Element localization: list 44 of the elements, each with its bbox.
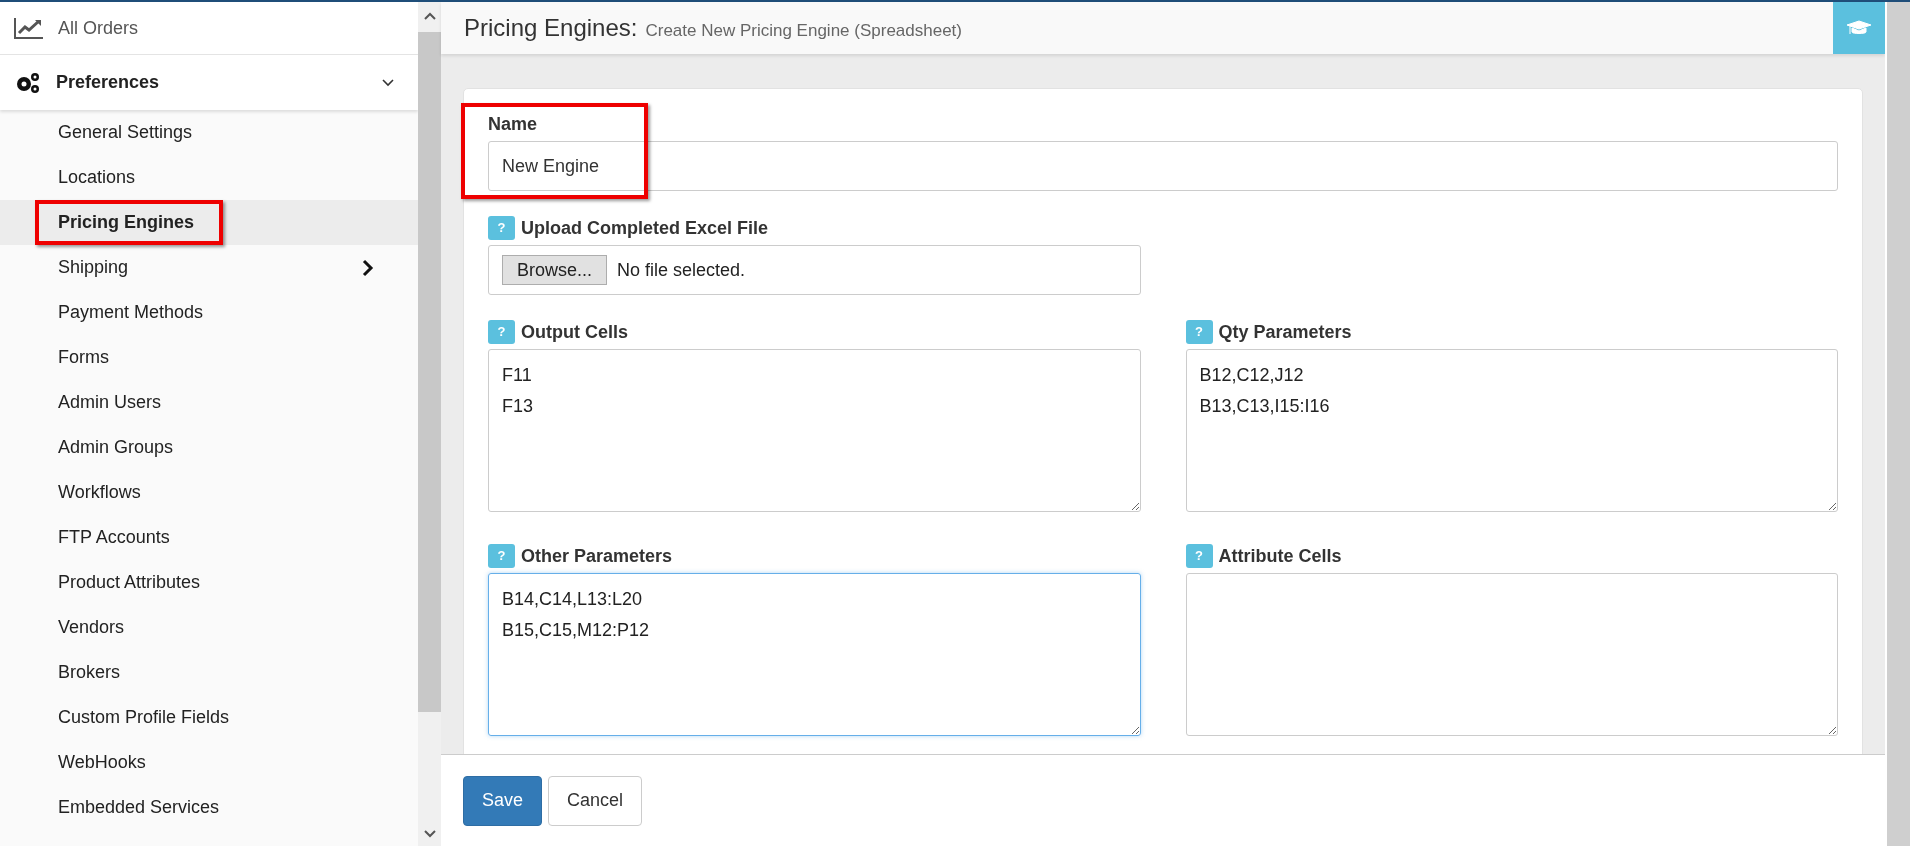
menu-item[interactable]: Product Attributes	[0, 560, 418, 605]
page-subtitle: Create New Pricing Engine (Spreadsheet)	[645, 20, 962, 42]
gears-icon	[14, 70, 42, 95]
field-label: Other Parameters	[521, 544, 673, 568]
field-label: Output Cells	[521, 320, 628, 344]
menu-item[interactable]: All Orders	[58, 14, 138, 42]
line-chart-icon	[14, 17, 44, 39]
scroll-up-icon[interactable]	[423, 12, 436, 20]
chevron-right-icon	[362, 258, 374, 277]
file-status: No file selected.	[617, 258, 746, 282]
cancel-button[interactable]: Cancel	[548, 775, 643, 826]
menu-item[interactable]: Vendors	[0, 605, 418, 650]
menu-item[interactable]: FTP Accounts	[0, 515, 418, 560]
page-title: Pricing Engines:	[464, 13, 638, 43]
scroll-down-icon[interactable]	[423, 830, 436, 838]
field-label: Attribute Cells	[1218, 544, 1342, 568]
menu-item[interactable]: Forms	[0, 335, 418, 380]
menu-item[interactable]: Shipping	[0, 245, 418, 290]
name-field[interactable]: New Engine	[488, 141, 1838, 191]
field-label: Qty Parameters	[1218, 320, 1352, 344]
menu-item[interactable]: Custom Profile Fields	[0, 695, 418, 740]
tutorial-button[interactable]	[1833, 2, 1885, 54]
menu-item[interactable]: Locations	[0, 155, 418, 200]
file-field[interactable]: Browse... No file selected.	[488, 245, 1141, 295]
menu-item[interactable]: Workflows	[0, 470, 418, 515]
text-area[interactable]: B12,C12,J12 B13,C13,I15:I16	[1185, 349, 1838, 512]
scrollbar-thumb[interactable]	[418, 32, 441, 712]
menu-item[interactable]: WebHooks	[0, 740, 418, 785]
text-area[interactable]: F11 F13	[488, 349, 1141, 512]
menu-item[interactable]: Embedded Services	[0, 785, 418, 830]
menu-item[interactable]: Pricing Engines	[0, 200, 418, 245]
browse-button[interactable]: Browse...	[502, 255, 608, 285]
menu-item[interactable]: Payment Methods	[0, 290, 418, 335]
menu-item[interactable]: Admin Groups	[0, 425, 418, 470]
menu-item[interactable]: Brokers	[0, 650, 418, 695]
scrollbar[interactable]	[1885, 2, 1910, 846]
field-label: Name	[488, 112, 538, 136]
field-label: Upload Completed Excel File	[521, 216, 769, 240]
save-button[interactable]: Save	[463, 775, 543, 826]
text-area[interactable]: B14,C14,L13:L20 B15,C15,M12:P12	[488, 573, 1141, 736]
chevron-down-icon[interactable]	[382, 78, 394, 87]
menu-item[interactable]: Admin Users	[0, 380, 418, 425]
menu-item[interactable]: General Settings	[0, 110, 418, 155]
graduation-cap-icon	[1847, 19, 1871, 37]
